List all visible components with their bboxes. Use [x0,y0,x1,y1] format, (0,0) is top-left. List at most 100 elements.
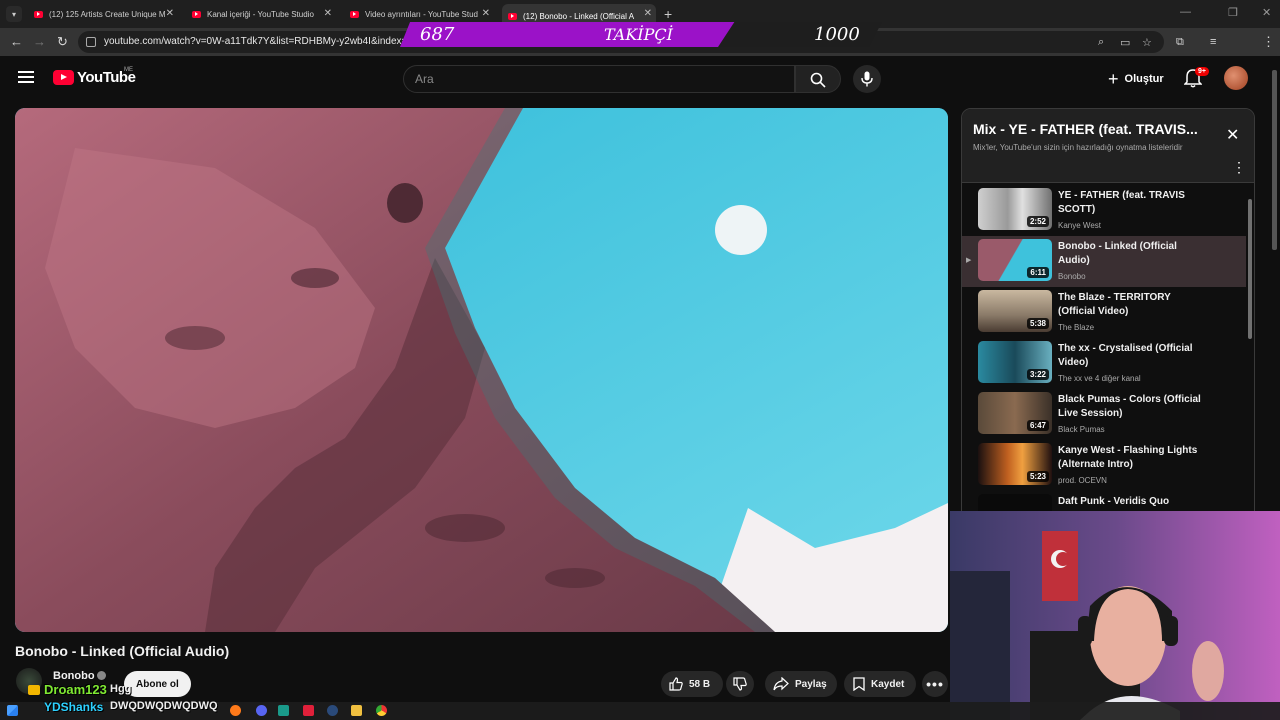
firefox-icon[interactable] [230,705,241,716]
forward-icon[interactable]: → [33,34,46,49]
voice-search-button[interactable] [853,65,881,93]
now-playing-icon: ▶ [966,257,972,264]
tab-close-icon[interactable]: ✕ [324,8,332,19]
page-scrollbar[interactable] [1272,70,1277,250]
tab-search-button[interactable]: ▾ [6,6,22,22]
notification-badge: 9+ [1195,67,1209,76]
video-thumbnail: 3:22 [978,341,1052,383]
discord-icon[interactable] [256,705,267,716]
thumbs-up-icon [669,677,683,691]
playlist-item-channel: The xx ve 4 diğer kanal [1058,374,1141,383]
notes-icon[interactable] [351,705,362,716]
region-code: ME [124,67,133,73]
menu-icon[interactable] [18,71,34,83]
verified-icon [97,671,106,680]
playlist-item[interactable]: 6:47 Black Pumas - Colors (Official Live… [962,389,1246,440]
share-label: Paylaş [795,678,827,690]
playlist-item-title: Black Pumas - Colors (Official Live Sess… [1058,394,1201,419]
playlist-item-channel: prod. OCEVN [1058,476,1107,485]
windows-start-icon[interactable] [7,705,18,716]
reading-list-icon[interactable]: ≡ [1210,36,1216,48]
reload-icon[interactable]: ↻ [57,34,68,50]
thumbs-down-icon [733,677,747,691]
youtube-favicon-icon [350,10,359,18]
tab-title: Kanal içeriği - YouTube Studio [207,9,314,19]
subscriber-badge-icon [28,685,40,695]
back-icon[interactable]: ← [10,34,23,49]
browser-tab[interactable]: (12) 125 Artists Create Unique M ✕ [28,4,178,24]
app-icon[interactable] [303,705,314,716]
browser-tab[interactable]: Video ayrıntıları - YouTube Stud ✕ [344,4,494,24]
dislike-button[interactable] [726,671,754,697]
playlist-title[interactable]: Mix - YE - FATHER (feat. TRAVIS... [973,121,1198,137]
tab-close-icon[interactable]: ✕ [482,8,490,19]
close-icon[interactable]: ✕ [1226,125,1239,145]
search-box[interactable] [403,65,795,93]
tab-title: (12) 125 Artists Create Unique M [49,9,166,19]
video-title: Bonobo - Linked (Official Audio) [15,643,230,659]
playlist-item[interactable]: 2:52 YE - FATHER (feat. TRAVIS SCOTT) Ka… [962,185,1246,236]
youtube-header: YouTube ME + Oluştur [0,56,1280,102]
search-input[interactable] [404,66,794,92]
account-avatar[interactable] [1224,66,1248,90]
chat-username: YDShanks [44,700,104,714]
restore-icon[interactable]: ❐ [1228,6,1238,19]
share-icon [773,677,789,691]
chat-message: Hgg [110,683,132,695]
search-icon [810,72,826,88]
browser-menu-icon[interactable]: ⋮ [1262,34,1275,50]
search-button[interactable] [795,65,841,93]
tab-title: Video ayrıntıları - YouTube Stud [365,9,478,19]
minimize-icon[interactable]: — [1180,6,1191,18]
create-label: Oluştur [1124,73,1164,85]
follower-goal: 1000 [814,24,860,45]
playlist-item-channel: Kanye West [1058,221,1101,230]
create-button[interactable]: + Oluştur [1100,65,1172,93]
duration-badge: 2:52 [1026,216,1049,227]
playlist-item[interactable]: 5:38 The Blaze - TERRITORY (Official Vid… [962,287,1246,338]
zoom-icon[interactable]: ⌕ [1098,36,1104,49]
chrome-icon[interactable] [376,705,387,716]
cast-icon[interactable]: ▭ [1120,36,1130,49]
playlist-item[interactable]: 5:23 Kanye West - Flashing Lights (Alter… [962,440,1246,491]
like-count: 58 B [689,678,711,690]
video-player[interactable] [15,108,948,632]
youtube-favicon-icon [192,10,201,18]
chat-username: Droam123 [44,682,107,697]
youtube-play-icon [53,70,74,85]
duration-badge: 5:38 [1026,318,1049,329]
obs-icon[interactable] [278,705,289,716]
microphone-icon [861,71,873,87]
more-vertical-icon[interactable]: ⋮ [1232,159,1246,176]
close-window-icon[interactable]: ✕ [1262,6,1271,19]
playlist-item[interactable]: 3:22 The xx - Crystalised (Official Vide… [962,338,1246,389]
playlist-item-title: The Blaze - TERRITORY (Official Video) [1058,292,1171,317]
bookmark-star-icon[interactable]: ☆ [1142,36,1152,49]
video-thumbnail: 5:38 [978,290,1052,332]
playlist-subtitle: Mix'ler, YouTube'un sizin için hazırladı… [973,143,1183,152]
more-actions-button[interactable]: ••• [922,671,948,697]
playlist-item-title: Bonobo - Linked (Official Audio) [1058,241,1177,266]
playlist-panel: Mix - YE - FATHER (feat. TRAVIS... Mix'l… [961,108,1255,528]
more-horizontal-icon: ••• [926,676,944,692]
duration-badge: 6:47 [1026,420,1049,431]
video-thumbnail: 5:23 [978,443,1052,485]
playlist-item-current[interactable]: ▶ 6:11 Bonobo - Linked (Official Audio) … [962,236,1246,287]
share-button[interactable]: Paylaş [765,671,837,697]
site-info-icon[interactable] [86,37,96,47]
tab-close-icon[interactable]: ✕ [644,8,652,19]
subscribe-button[interactable]: Abone ol [124,671,191,697]
browser-tab[interactable]: Kanal içeriği - YouTube Studio ✕ [186,4,336,24]
tab-close-icon[interactable]: ✕ [166,8,174,19]
playlist-item-title: YE - FATHER (feat. TRAVIS SCOTT) [1058,190,1185,215]
extensions-icon[interactable]: ⧉ [1176,36,1184,49]
playlist-item-title: Kanye West - Flashing Lights (Alternate … [1058,445,1198,470]
playlist-scrollbar[interactable] [1248,199,1252,339]
new-tab-button[interactable]: + [664,6,672,22]
save-button[interactable]: Kaydet [844,671,916,697]
url-text[interactable]: youtube.com/watch?v=0W-a11Tdk7Y&list=RDH… [104,36,413,47]
like-button[interactable]: 58 B [661,671,723,697]
steam-icon[interactable] [327,705,338,716]
playlist-header: Mix - YE - FATHER (feat. TRAVIS... Mix'l… [962,109,1254,183]
channel-name[interactable]: Bonobo [53,670,95,682]
